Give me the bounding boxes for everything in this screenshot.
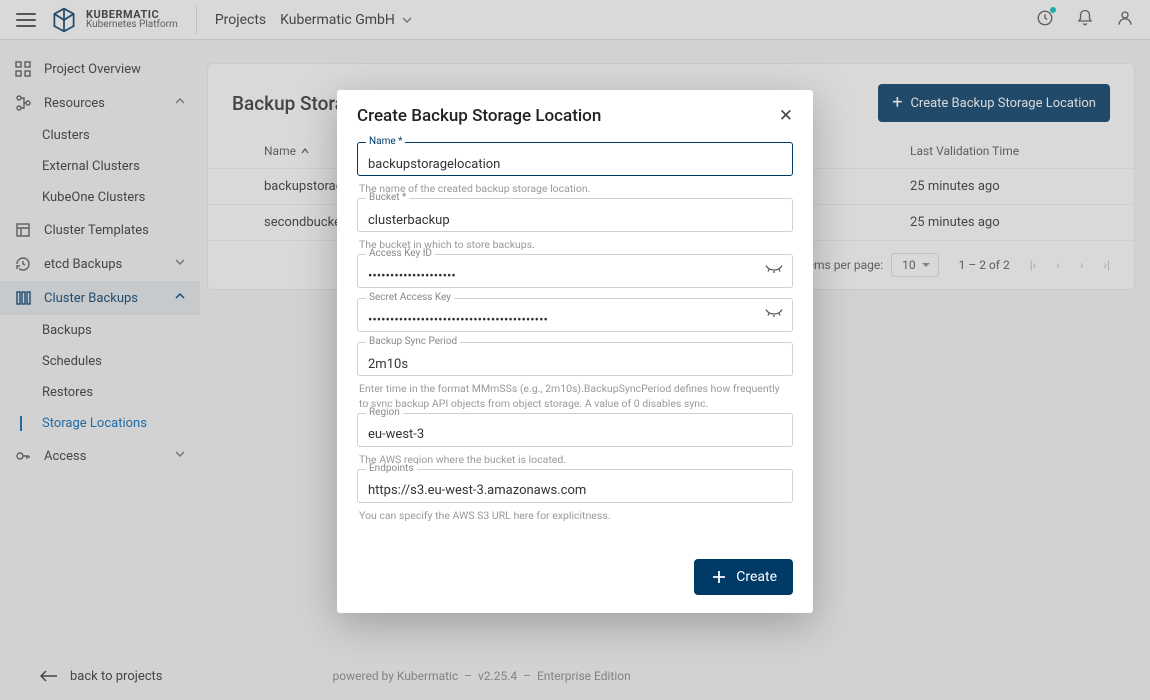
endpoints-field[interactable]: Endpoints xyxy=(357,469,793,503)
dialog-create-button[interactable]: Create xyxy=(694,559,793,595)
secret-key-label: Secret Access Key xyxy=(366,292,454,303)
create-bsl-dialog: Create Backup Storage Location ✕ Name * … xyxy=(337,90,813,613)
sync-field[interactable]: Backup Sync Period xyxy=(357,342,793,376)
plus-icon xyxy=(710,568,728,586)
name-field[interactable]: Name * xyxy=(357,142,793,176)
region-input[interactable] xyxy=(357,413,793,447)
name-hint: The name of the created backup storage l… xyxy=(357,178,793,198)
secret-key-field[interactable]: Secret Access Key xyxy=(357,298,793,332)
sync-label: Backup Sync Period xyxy=(366,336,460,347)
access-key-field[interactable]: Access Key ID xyxy=(357,254,793,288)
modal-overlay[interactable]: Create Backup Storage Location ✕ Name * … xyxy=(0,0,1150,700)
dialog-create-label: Create xyxy=(736,569,777,585)
bucket-label: Bucket * xyxy=(366,192,409,203)
endpoints-input[interactable] xyxy=(357,469,793,503)
region-field[interactable]: Region xyxy=(357,413,793,447)
access-key-input[interactable] xyxy=(357,254,793,288)
region-hint: The AWS region where the bucket is locat… xyxy=(357,449,793,469)
endpoints-hint: You can specify the AWS S3 URL here for … xyxy=(357,505,793,525)
sync-hint: Enter time in the format MMmSSs (e.g., 2… xyxy=(357,378,793,412)
name-input[interactable] xyxy=(357,142,793,176)
sync-input[interactable] xyxy=(357,342,793,376)
close-icon[interactable]: ✕ xyxy=(779,106,793,126)
bucket-input[interactable] xyxy=(357,198,793,232)
dialog-title: Create Backup Storage Location xyxy=(357,106,601,126)
secret-key-input[interactable] xyxy=(357,298,793,332)
eye-closed-icon[interactable] xyxy=(765,306,783,325)
name-label: Name * xyxy=(366,136,405,147)
region-label: Region xyxy=(366,407,403,418)
endpoints-label: Endpoints xyxy=(366,463,417,474)
eye-closed-icon[interactable] xyxy=(765,262,783,281)
bucket-field[interactable]: Bucket * xyxy=(357,198,793,232)
access-key-label: Access Key ID xyxy=(366,248,435,259)
